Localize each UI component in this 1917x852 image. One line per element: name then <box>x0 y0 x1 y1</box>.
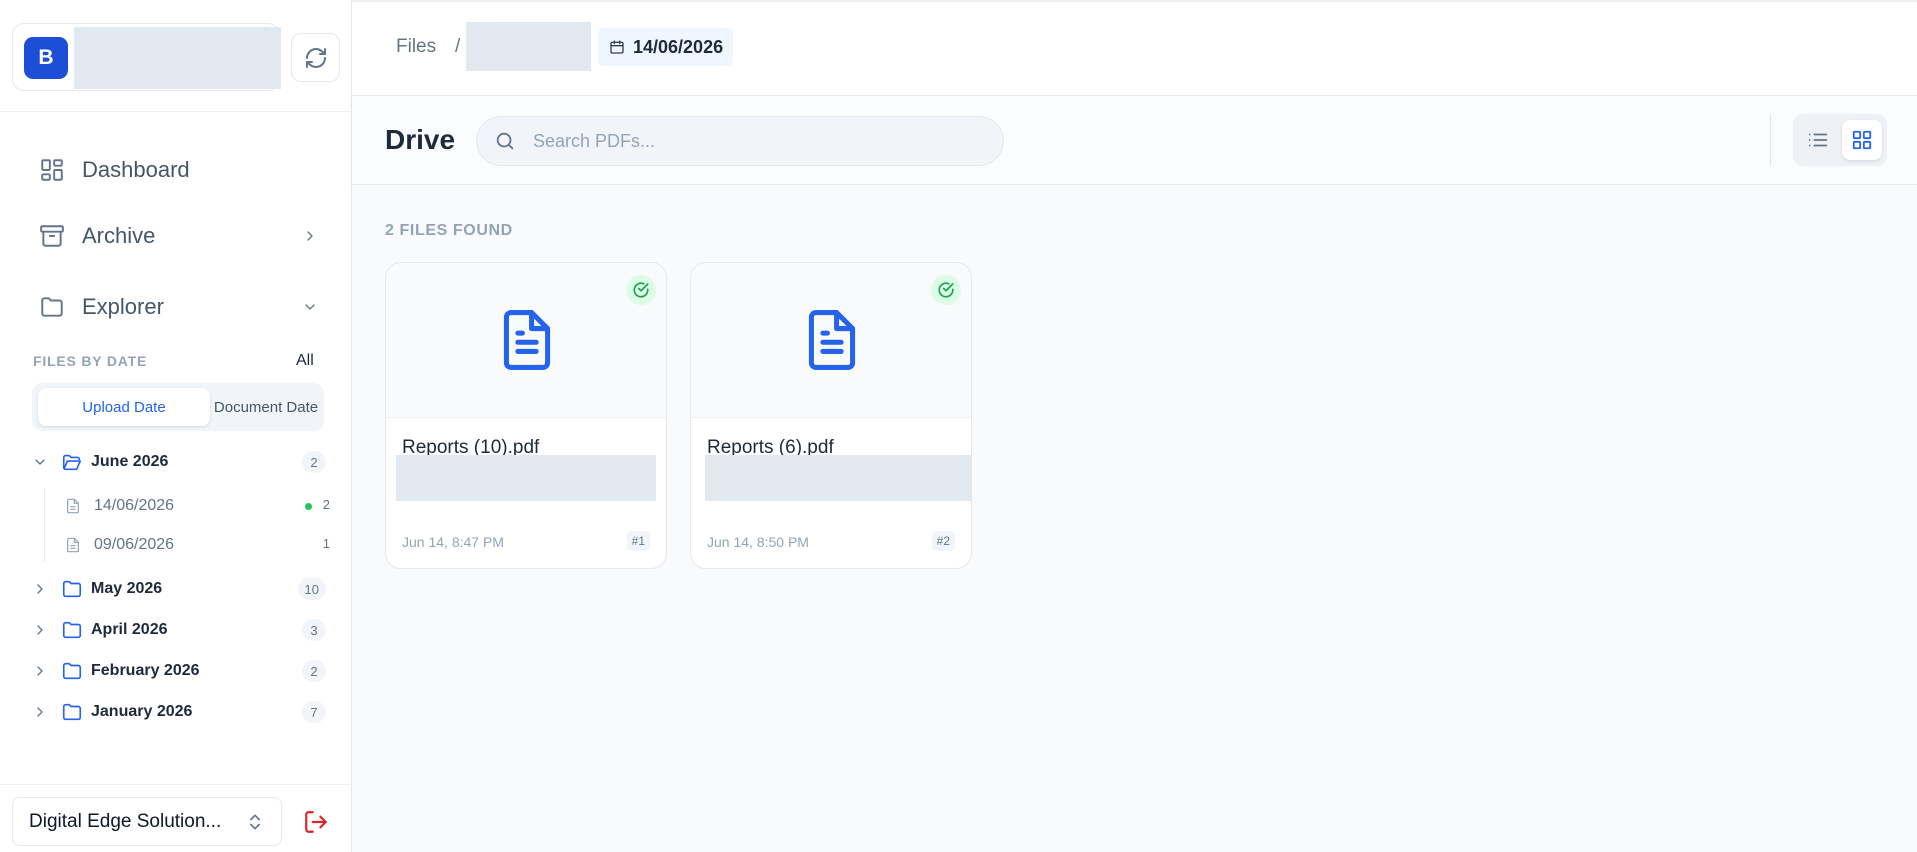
status-check-icon <box>626 275 656 305</box>
search-icon <box>491 127 519 155</box>
toolbar-divider <box>1770 114 1771 166</box>
nav-explorer[interactable]: Explorer <box>36 287 322 327</box>
chevron-right-icon[interactable] <box>30 702 50 722</box>
file-icon <box>64 496 82 516</box>
nav-dashboard-label: Dashboard <box>82 157 190 182</box>
breadcrumb-separator: / <box>455 36 461 57</box>
grid-icon <box>1852 130 1872 150</box>
file-meta-placeholder <box>396 455 656 501</box>
refresh-icon <box>305 47 326 68</box>
grid-view-button[interactable] <box>1842 120 1882 160</box>
organization-selector[interactable]: Digital Edge Solution... <box>12 797 282 846</box>
folder-icon <box>60 700 84 724</box>
breadcrumb-placeholder <box>466 22 591 71</box>
chevron-down-icon[interactable] <box>30 452 50 472</box>
chevron-down-icon <box>298 295 322 319</box>
tree-date-label: 09/06/2026 <box>94 536 175 553</box>
top-bar: Files / 14/06/2026 <box>352 0 1917 96</box>
nav-dashboard[interactable]: Dashboard <box>36 150 322 190</box>
folder-icon <box>60 618 84 642</box>
file-meta-placeholder <box>705 455 971 501</box>
tree-folder-january-2026[interactable]: January 2026 7 <box>30 697 326 727</box>
sidebar: B Dashboard Archive Explorer FILES BY DA… <box>0 0 352 852</box>
file-card[interactable]: Reports (6).pdf Jun 14, 8:50 PM #2 <box>690 262 972 569</box>
tree-guide-line <box>44 488 45 562</box>
active-dot <box>305 503 312 510</box>
tree-folder-may-2026[interactable]: May 2026 10 <box>30 574 326 604</box>
folder-icon <box>36 291 68 323</box>
workspace-name-placeholder <box>74 27 281 89</box>
refresh-button[interactable] <box>291 33 340 82</box>
status-check-icon <box>931 275 961 305</box>
file-thumbnail <box>386 263 666 418</box>
list-view-button[interactable] <box>1798 120 1838 160</box>
tree-date-count: 1 <box>322 536 330 551</box>
logout-button[interactable] <box>300 807 332 837</box>
chevron-right-icon[interactable] <box>30 579 50 599</box>
breadcrumb-files[interactable]: Files <box>396 36 436 58</box>
tree-folder-label: May 2026 <box>91 580 163 597</box>
nav-archive-label: Archive <box>82 223 156 248</box>
tree-folder-count: 3 <box>302 619 326 641</box>
chevron-right-icon <box>298 224 322 248</box>
workspace-switcher[interactable]: B <box>12 23 281 91</box>
files-by-date-all-link[interactable]: All <box>296 352 314 370</box>
tree-date-count: 2 <box>322 497 330 512</box>
tree-date-label: 14/06/2026 <box>94 497 175 514</box>
file-date: Jun 14, 8:47 PM <box>402 534 504 550</box>
files-found-count: 2 FILES FOUND <box>385 222 513 239</box>
tree-folder-april-2026[interactable]: April 2026 3 <box>30 615 326 645</box>
page-title: Drive <box>385 124 456 155</box>
tree-folder-february-2026[interactable]: February 2026 2 <box>30 656 326 686</box>
chevron-right-icon[interactable] <box>30 620 50 640</box>
chevron-right-icon[interactable] <box>30 661 50 681</box>
tree-date-14-06-2026[interactable]: 14/06/2026 2 <box>64 492 330 520</box>
sidebar-divider <box>0 111 352 112</box>
tree-folder-label: June 2026 <box>91 453 169 470</box>
logout-icon <box>305 811 327 833</box>
tree-folder-label: February 2026 <box>91 662 200 679</box>
file-icon <box>64 535 82 555</box>
tree-folder-count: 10 <box>297 578 326 600</box>
nav-explorer-label: Explorer <box>82 294 164 319</box>
tree-folder-count: 2 <box>302 451 326 473</box>
search-bar[interactable] <box>476 116 1004 166</box>
sidebar-footer-divider <box>0 784 352 785</box>
tab-upload-date[interactable]: Upload Date <box>38 388 210 426</box>
tree-folder-count: 7 <box>302 701 326 723</box>
date-mode-segmented-control: Upload Date Document Date <box>32 383 324 431</box>
file-thumbnail <box>691 263 971 418</box>
archive-icon <box>36 220 68 252</box>
file-index-badge: #2 <box>931 531 955 551</box>
file-index-badge: #1 <box>626 531 650 551</box>
file-grid-area: 2 FILES FOUND Reports (10).pdf Jun 14, 8… <box>352 185 1917 852</box>
view-mode-toggle <box>1793 114 1887 166</box>
list-icon <box>1808 133 1828 147</box>
document-icon <box>503 310 551 370</box>
breadcrumb-date-chip: 14/06/2026 <box>598 28 734 66</box>
files-by-date-label: FILES BY DATE <box>33 353 148 369</box>
tree-folder-label: April 2026 <box>91 621 168 638</box>
file-card[interactable]: Reports (10).pdf Jun 14, 8:47 PM #1 <box>385 262 667 569</box>
folder-open-icon <box>60 450 84 474</box>
nav-archive[interactable]: Archive <box>36 216 322 256</box>
folder-icon <box>60 659 84 683</box>
dashboard-icon <box>36 154 68 186</box>
document-icon <box>808 310 856 370</box>
chevron-up-down-icon <box>245 811 265 833</box>
breadcrumb-date: 14/06/2026 <box>633 36 724 57</box>
calendar-icon <box>608 38 626 56</box>
search-input[interactable] <box>533 130 973 152</box>
tab-document-date[interactable]: Document Date <box>212 388 320 426</box>
tree-folder-june-2026[interactable]: June 2026 2 <box>30 447 326 477</box>
workspace-avatar: B <box>24 37 68 79</box>
organization-name: Digital Edge Solution... <box>29 810 222 832</box>
file-date: Jun 14, 8:50 PM <box>707 534 809 550</box>
drive-header: Drive <box>352 96 1917 185</box>
tree-folder-label: January 2026 <box>91 703 193 720</box>
folder-icon <box>60 577 84 601</box>
tree-folder-count: 2 <box>302 660 326 682</box>
tree-date-09-06-2026[interactable]: 09/06/2026 1 <box>64 531 330 559</box>
